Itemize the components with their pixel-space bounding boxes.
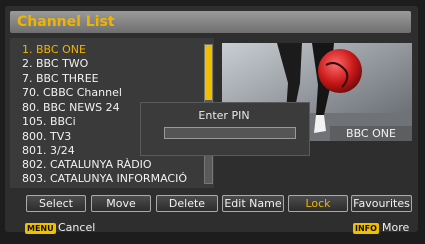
channel-item[interactable]: 7. BBC THREE xyxy=(22,72,99,85)
cancel-hint[interactable]: Cancel xyxy=(58,221,95,235)
channel-item[interactable]: 105. BBCi xyxy=(22,115,76,128)
channel-item[interactable]: 801. 3/24 xyxy=(22,144,75,157)
pin-dialog-title: Enter PIN xyxy=(198,109,250,122)
scrollbar-thumb[interactable] xyxy=(205,45,212,100)
pin-input[interactable] xyxy=(164,127,296,139)
channel-item[interactable]: 70. CBBC Channel xyxy=(22,86,122,99)
channel-item[interactable]: 802. CATALUNYA RÀDIO xyxy=(22,158,152,171)
move-button[interactable]: Move xyxy=(91,195,151,212)
delete-button[interactable]: Delete xyxy=(156,195,218,212)
channel-item[interactable]: 80. BBC NEWS 24 xyxy=(22,101,120,114)
channel-item[interactable]: 800. TV3 xyxy=(22,130,71,143)
lock-button[interactable]: Lock xyxy=(288,195,348,212)
more-hint[interactable]: More xyxy=(382,221,409,235)
channel-item[interactable]: 1. BBC ONE xyxy=(22,43,86,56)
select-button[interactable]: Select xyxy=(26,195,86,212)
favourites-button[interactable]: Favourites xyxy=(351,195,412,212)
channel-item[interactable]: 803. CATALUNYA INFORMACIÓ xyxy=(22,172,187,185)
edit-name-button[interactable]: Edit Name xyxy=(222,195,284,212)
page-title: Channel List xyxy=(17,14,115,30)
preview-channel-label: BBC ONE xyxy=(330,126,412,141)
menu-key-icon: MENU xyxy=(25,223,56,234)
channel-item[interactable]: 2. BBC TWO xyxy=(22,57,88,70)
info-key-icon: INFO xyxy=(353,223,379,234)
